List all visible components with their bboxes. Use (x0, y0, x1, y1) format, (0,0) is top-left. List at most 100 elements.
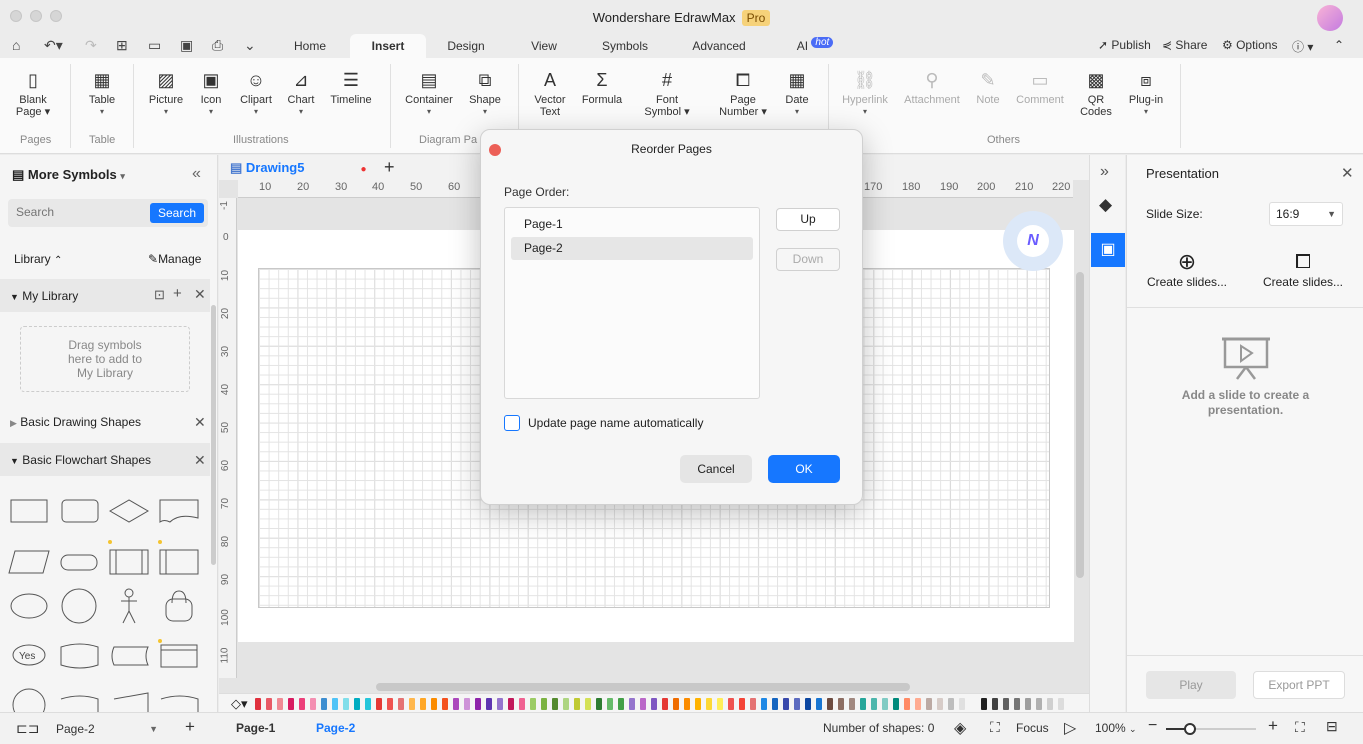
picture-button[interactable]: ▨ Picture ▾ (146, 68, 186, 118)
color-swatch[interactable] (926, 698, 932, 710)
chart-button[interactable]: ⊿ Chart ▾ (284, 68, 318, 118)
color-swatch[interactable] (563, 698, 569, 710)
help-icon[interactable]: ⓘ ▾ (1292, 38, 1313, 55)
fill-style-icon[interactable]: ◆ (1099, 195, 1112, 215)
color-swatch[interactable] (288, 698, 294, 710)
tab-insert[interactable]: Insert (350, 34, 426, 58)
focus-icon[interactable]: ⛶ (990, 719, 1000, 736)
color-swatch[interactable] (849, 698, 855, 710)
color-swatch[interactable] (497, 698, 503, 710)
basic-drawing-shapes-header[interactable]: ▶ Basic Drawing Shapes (10, 415, 141, 429)
color-swatch[interactable] (409, 698, 415, 710)
date-button[interactable]: ▦ Date ▾ (782, 68, 812, 118)
add-page-icon[interactable]: + (185, 717, 195, 737)
my-library-header[interactable]: ▼ My Library (10, 289, 78, 303)
print-icon[interactable]: ⎙ (212, 37, 223, 54)
tab-home[interactable]: Home (285, 34, 335, 58)
update-name-checkbox[interactable] (504, 415, 520, 431)
color-swatch[interactable] (486, 698, 492, 710)
color-swatch[interactable] (310, 698, 316, 710)
close-icon[interactable]: ✕ (194, 414, 206, 431)
import-icon[interactable]: ⊡ (154, 287, 165, 303)
create-slides-button[interactable]: ⊕ Create slides... (1139, 249, 1235, 289)
clipart-button[interactable]: ☺ Clipart ▾ (236, 68, 276, 118)
page-number-button[interactable]: ⧠ Page Number ▾ (718, 68, 768, 118)
presentation-icon[interactable]: ▣ (1091, 233, 1125, 267)
expand-panel-icon[interactable]: » (1100, 163, 1109, 181)
slide-size-select[interactable]: 16:9 ▼ (1269, 202, 1343, 226)
fullscreen-icon[interactable]: ⊟ (1326, 718, 1338, 735)
color-swatch[interactable] (662, 698, 668, 710)
avatar[interactable] (1317, 5, 1343, 31)
color-swatch[interactable] (475, 698, 481, 710)
layers-icon[interactable]: ◈ (954, 718, 966, 738)
ok-button[interactable]: OK (768, 455, 840, 483)
color-swatch[interactable] (673, 698, 679, 710)
color-swatch[interactable] (794, 698, 800, 710)
open-folder-icon[interactable]: ▭ (148, 37, 161, 54)
redo-icon[interactable]: ↷ (85, 37, 97, 54)
color-swatch[interactable] (761, 698, 767, 710)
tab-design[interactable]: Design (440, 34, 492, 58)
font-symbol-button[interactable]: # Font Symbol ▾ (644, 68, 690, 118)
color-swatch[interactable] (552, 698, 558, 710)
color-swatch[interactable] (739, 698, 745, 710)
symbol-search-input[interactable] (16, 205, 146, 219)
zoom-level[interactable]: 100% ⌄ (1095, 721, 1137, 735)
color-swatch[interactable] (706, 698, 712, 710)
table-button[interactable]: ▦ Table ▾ (84, 68, 120, 118)
color-swatch[interactable] (860, 698, 866, 710)
container-button[interactable]: ▤ Container ▾ (402, 68, 456, 118)
ai-assistant-button[interactable]: N (1003, 211, 1063, 271)
home-icon[interactable]: ⌂ (12, 37, 20, 53)
color-swatch[interactable] (838, 698, 844, 710)
color-swatch[interactable] (684, 698, 690, 710)
color-swatch[interactable] (464, 698, 470, 710)
list-item-selected[interactable]: Page-2 (511, 237, 753, 260)
canvas-vertical-scrollbar[interactable] (1076, 272, 1084, 578)
color-swatch[interactable] (420, 698, 426, 710)
color-swatch[interactable] (618, 698, 624, 710)
attachment-button[interactable]: ⚲ Attachment (902, 68, 962, 106)
new-icon[interactable]: ⊞ (116, 37, 128, 54)
close-icon[interactable]: ✕ (194, 286, 206, 303)
search-button[interactable]: Search (149, 203, 204, 223)
color-swatch[interactable] (948, 698, 954, 710)
note-button[interactable]: ✎ Note (972, 68, 1004, 106)
formula-button[interactable]: Σ Formula (580, 68, 624, 106)
color-swatch[interactable] (915, 698, 921, 710)
cancel-button[interactable]: Cancel (680, 455, 752, 483)
color-swatch[interactable] (453, 698, 459, 710)
color-swatch[interactable] (717, 698, 723, 710)
zoom-out-icon[interactable]: − (1148, 717, 1157, 735)
color-swatch[interactable] (596, 698, 602, 710)
qr-codes-button[interactable]: ▩ QR Codes (1080, 68, 1112, 118)
color-swatch[interactable] (398, 698, 404, 710)
color-swatch[interactable] (277, 698, 283, 710)
blank-page-button[interactable]: ▯ Blank Page ▾ (14, 68, 52, 118)
color-swatch[interactable] (1003, 698, 1009, 710)
publish-button[interactable]: ➚ Publish (1098, 38, 1151, 52)
add-document-icon[interactable]: + (384, 157, 395, 178)
color-swatch[interactable] (442, 698, 448, 710)
color-swatch[interactable] (299, 698, 305, 710)
color-swatch[interactable] (530, 698, 536, 710)
color-swatch[interactable] (354, 698, 360, 710)
color-swatch[interactable] (981, 698, 987, 710)
export-ppt-button[interactable]: Export PPT (1253, 671, 1345, 699)
color-swatch[interactable] (772, 698, 778, 710)
color-swatch[interactable] (750, 698, 756, 710)
color-swatch[interactable] (893, 698, 899, 710)
page-layout-icon[interactable]: ⊏⊐ (16, 720, 39, 737)
tab-symbols[interactable]: Symbols (595, 34, 655, 58)
color-swatch[interactable] (959, 698, 965, 710)
my-library-drop-zone[interactable]: Drag symbols here to add to My Library (20, 326, 190, 392)
color-swatch[interactable] (255, 698, 261, 710)
color-swatch[interactable] (607, 698, 613, 710)
color-swatch[interactable] (827, 698, 833, 710)
tab-ai[interactable]: AI hot (790, 34, 840, 58)
shape-button[interactable]: ⧉ Shape ▾ (466, 68, 504, 118)
color-swatch[interactable] (970, 698, 976, 710)
color-swatch[interactable] (992, 698, 998, 710)
icon-button[interactable]: ▣ Icon ▾ (196, 68, 226, 118)
